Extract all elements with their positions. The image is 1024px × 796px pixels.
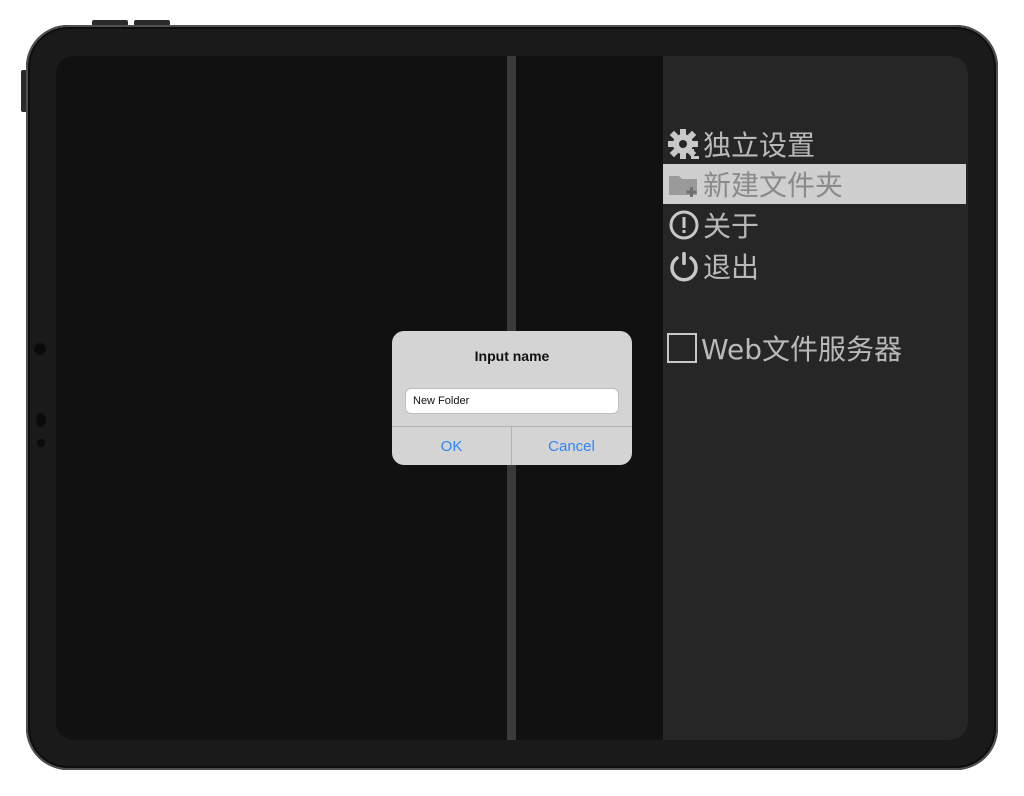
menu-item-label: 关于 bbox=[703, 210, 760, 243]
camera-dot bbox=[34, 343, 46, 355]
side-menu: 独立设置 新建文件夹 关于 退出 Web文件服务器 bbox=[663, 56, 968, 740]
sensor-dot bbox=[36, 413, 46, 427]
ipad-stage: 独立设置 新建文件夹 关于 退出 Web文件服务器 Input name New… bbox=[0, 0, 1024, 796]
input-name-dialog: Input name OK Cancel bbox=[392, 331, 632, 465]
web-server-toggle-row: Web文件服务器 bbox=[667, 328, 902, 368]
menu-item-label: 独立设置 bbox=[703, 129, 816, 162]
folder-name-input[interactable] bbox=[405, 388, 619, 414]
menu-item-new-folder[interactable]: 新建文件夹 bbox=[663, 164, 966, 204]
menu-item-about[interactable]: 关于 bbox=[663, 205, 966, 245]
dialog-title: Input name bbox=[474, 348, 550, 364]
menu-item-label: 新建文件夹 bbox=[703, 169, 844, 202]
sensor-dot bbox=[37, 439, 45, 447]
ok-button[interactable]: OK bbox=[392, 427, 511, 465]
folder-add-icon bbox=[667, 167, 701, 201]
menu-item-exit[interactable]: 退出 bbox=[663, 246, 966, 286]
web-server-checkbox[interactable] bbox=[667, 333, 697, 363]
menu-item-label: 退出 bbox=[703, 251, 760, 284]
power-icon bbox=[667, 249, 701, 283]
web-server-label: Web文件服务器 bbox=[701, 333, 903, 366]
cancel-button[interactable]: Cancel bbox=[512, 427, 631, 465]
menu-item-settings[interactable]: 独立设置 bbox=[663, 124, 966, 164]
info-circle-icon bbox=[667, 208, 701, 242]
gear-icon bbox=[667, 127, 701, 161]
